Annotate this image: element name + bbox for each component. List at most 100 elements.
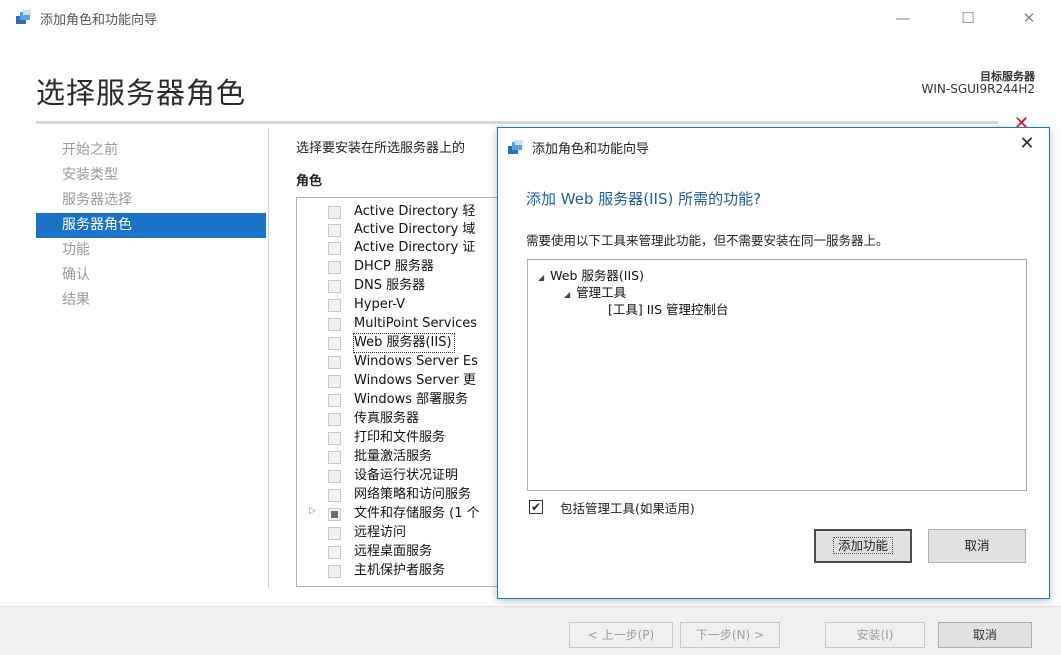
- role-label: MultiPoint Services: [354, 316, 478, 331]
- role-checkbox[interactable]: [328, 451, 341, 464]
- roles-list[interactable]: Active Directory 轻 Active Directory 域 Ac…: [296, 197, 500, 587]
- role-checkbox[interactable]: [328, 470, 341, 483]
- minimize-button[interactable]: —: [886, 6, 920, 30]
- required-features-tree[interactable]: ◢ Web 服务器(IIS) ◢ 管理工具 [工具] IIS 管理控制台: [527, 259, 1027, 491]
- role-checkbox[interactable]: [328, 565, 341, 578]
- tree-node-label: Web 服务器(IIS): [550, 268, 644, 283]
- include-tools-checkbox[interactable]: ✔: [529, 500, 543, 514]
- role-row[interactable]: 设备运行状况证明: [297, 467, 499, 485]
- role-row[interactable]: Windows Server 更: [297, 372, 499, 390]
- role-checkbox[interactable]: [328, 394, 341, 407]
- role-label: 传真服务器: [354, 411, 420, 426]
- window-title: 添加角色和功能向导: [40, 13, 158, 28]
- role-label: Active Directory 域: [354, 222, 476, 237]
- role-label: 远程桌面服务: [354, 544, 433, 559]
- role-checkbox[interactable]: [328, 242, 341, 255]
- add-features-button[interactable]: 添加功能: [814, 529, 912, 563]
- role-row[interactable]: 远程访问: [297, 524, 499, 542]
- collapse-triangle-icon[interactable]: ◢: [538, 273, 544, 282]
- role-checkbox[interactable]: [328, 206, 341, 219]
- role-label: 主机保护者服务: [354, 563, 446, 578]
- collapse-triangle-icon[interactable]: ◢: [564, 290, 570, 299]
- dialog-cancel-button[interactable]: 取消: [928, 529, 1026, 563]
- role-checkbox[interactable]: [328, 413, 341, 426]
- role-row[interactable]: 主机保护者服务: [297, 562, 499, 580]
- role-label: 网络策略和访问服务: [354, 487, 472, 502]
- role-checkbox[interactable]: [328, 337, 341, 350]
- role-row[interactable]: 网络策略和访问服务: [297, 486, 499, 504]
- next-button[interactable]: 下一步(N) >: [680, 622, 780, 648]
- role-row[interactable]: 远程桌面服务: [297, 543, 499, 561]
- add-features-dialog: 添加角色和功能向导 ✕ 添加 Web 服务器(IIS) 所需的功能? 需要使用以…: [497, 127, 1050, 599]
- role-checkbox[interactable]: [328, 299, 341, 312]
- role-checkbox[interactable]: [328, 375, 341, 388]
- server-manager-icon: [16, 10, 31, 24]
- nav-item-features[interactable]: 功能: [36, 238, 266, 263]
- nav-item-results[interactable]: 结果: [36, 288, 266, 313]
- role-row[interactable]: 批量激活服务: [297, 448, 499, 466]
- include-tools-label[interactable]: 包括管理工具(如果适用): [560, 498, 695, 517]
- role-label: DHCP 服务器: [354, 259, 434, 274]
- role-checkbox[interactable]: [328, 318, 341, 331]
- role-label: Active Directory 证: [354, 240, 476, 255]
- close-button[interactable]: ✕: [1012, 6, 1046, 30]
- role-row[interactable]: Active Directory 轻: [297, 203, 499, 221]
- header-divider: [36, 121, 998, 124]
- role-label: 设备运行状况证明: [354, 468, 459, 483]
- role-label: Windows Server 更: [354, 373, 476, 388]
- role-row[interactable]: 打印和文件服务: [297, 429, 499, 447]
- role-row[interactable]: Active Directory 证: [297, 239, 499, 257]
- tree-node-label: 管理工具: [576, 285, 627, 300]
- previous-button[interactable]: < 上一步(P): [569, 622, 673, 648]
- role-row[interactable]: Windows Server Es: [297, 353, 499, 371]
- role-row[interactable]: 传真服务器: [297, 410, 499, 428]
- dialog-description: 需要使用以下工具来管理此功能，但不需要安装在同一服务器上。: [526, 233, 889, 248]
- nav-item-server-roles[interactable]: 服务器角色: [36, 213, 266, 238]
- role-checkbox[interactable]: [328, 432, 341, 445]
- nav-item-before-you-begin[interactable]: 开始之前: [36, 138, 266, 163]
- role-checkbox[interactable]: [328, 261, 341, 274]
- nav-item-installation-type[interactable]: 安装类型: [36, 163, 266, 188]
- role-row[interactable]: Active Directory 域: [297, 221, 499, 239]
- role-label: Windows 部署服务: [354, 392, 469, 407]
- tree-node-management-tools[interactable]: ◢ 管理工具: [564, 285, 626, 303]
- tree-node-web-server[interactable]: ◢ Web 服务器(IIS): [538, 268, 644, 286]
- role-row[interactable]: Hyper-V: [297, 296, 499, 314]
- server-manager-icon: [508, 140, 523, 154]
- role-checkbox[interactable]: [328, 280, 341, 293]
- tree-node-iis-console: [工具] IIS 管理控制台: [608, 302, 729, 318]
- cancel-button[interactable]: 取消: [938, 622, 1032, 648]
- role-checkbox[interactable]: [328, 527, 341, 540]
- role-row[interactable]: ▷ 文件和存储服务 (1 个: [297, 505, 499, 523]
- role-row[interactable]: Windows 部署服务: [297, 391, 499, 409]
- dialog-close-button[interactable]: ✕: [1015, 133, 1039, 154]
- role-row[interactable]: DHCP 服务器: [297, 258, 499, 276]
- role-row-web-server[interactable]: Web 服务器(IIS): [297, 333, 499, 353]
- roles-instruction: 选择要安装在所选服务器上的: [296, 141, 466, 156]
- role-label: Active Directory 轻: [354, 204, 476, 219]
- role-checkbox[interactable]: [328, 489, 341, 502]
- role-checkbox[interactable]: [328, 546, 341, 559]
- role-label: Windows Server Es: [354, 354, 478, 369]
- roles-heading: 角色: [296, 174, 323, 189]
- nav-divider: [268, 128, 269, 588]
- role-label: Web 服务器(IIS): [353, 333, 455, 353]
- role-checkbox[interactable]: [328, 224, 341, 237]
- role-checkbox[interactable]: [328, 356, 341, 369]
- role-row[interactable]: DNS 服务器: [297, 277, 499, 295]
- role-label: 文件和存储服务 (1 个: [354, 506, 480, 521]
- role-row[interactable]: MultiPoint Services: [297, 315, 499, 333]
- maximize-button[interactable]: ☐: [951, 6, 985, 30]
- expand-arrow-icon[interactable]: ▷: [309, 506, 316, 516]
- add-features-label: 添加功能: [832, 537, 894, 554]
- nav-item-confirmation[interactable]: 确认: [36, 263, 266, 288]
- page-title: 选择服务器角色: [36, 76, 247, 110]
- role-label: DNS 服务器: [354, 278, 426, 293]
- role-label: 打印和文件服务: [354, 430, 446, 445]
- role-checkbox-partial[interactable]: [328, 508, 341, 521]
- install-button[interactable]: 安装(I): [825, 622, 925, 648]
- role-label: 批量激活服务: [354, 449, 433, 464]
- dialog-title: 添加角色和功能向导: [532, 142, 650, 157]
- nav-item-server-selection[interactable]: 服务器选择: [36, 188, 266, 213]
- wizard-nav: 开始之前 安装类型 服务器选择 服务器角色 功能 确认 结果: [36, 138, 266, 313]
